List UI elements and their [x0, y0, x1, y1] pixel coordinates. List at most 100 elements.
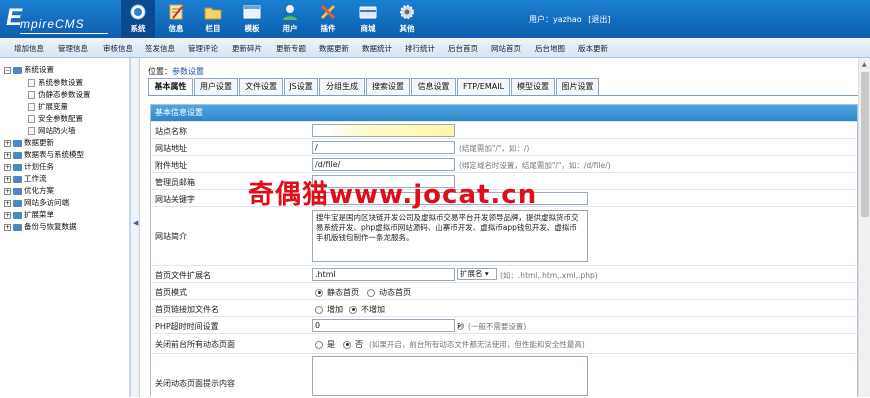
expand-icon[interactable]: +	[4, 175, 11, 183]
tree-item-ext-menu[interactable]: + 扩展菜单	[4, 209, 54, 220]
expand-icon[interactable]: +	[4, 151, 11, 159]
tree-item-workflow[interactable]: + 工作流	[4, 173, 47, 184]
subnav-item[interactable]: 版本更新	[578, 43, 608, 54]
subnav-item[interactable]: 后台首页	[448, 43, 478, 54]
tab-file[interactable]: 文件设置	[239, 78, 283, 95]
topnav-mall[interactable]: 商城	[351, 0, 385, 38]
breadcrumb-link[interactable]: 参数设置	[172, 67, 204, 76]
intro-textarea[interactable]: 搜牛宝是国内区块链开发公司及虚拟币交易平台开发领导品牌，提供虚拟货币交易系统开发…	[312, 210, 588, 262]
subnav-item[interactable]: 网站首页	[491, 43, 521, 54]
collapse-arrow-icon[interactable]: ◀	[133, 219, 138, 227]
tab-js[interactable]: JS设置	[284, 78, 318, 95]
subnav-item[interactable]: 管理信息	[58, 43, 88, 54]
tree-item-backup[interactable]: + 备份与恢复数据	[4, 221, 77, 232]
logout-link[interactable]: [退出]	[588, 15, 610, 24]
subnav-item[interactable]: 排行统计	[405, 43, 435, 54]
tree-item-rewrite[interactable]: 伪静态参数设置	[28, 89, 91, 100]
attach-url-input[interactable]: /d/file/	[312, 158, 455, 171]
radio-label: 不增加	[361, 305, 385, 314]
radio-dynamic-index[interactable]: 动态首页	[367, 287, 411, 298]
radio-no-filename[interactable]: 不增加	[349, 304, 385, 315]
expand-icon[interactable]: +	[4, 211, 11, 219]
breadcrumb: 位置：参数设置	[148, 66, 204, 77]
tree-item-params[interactable]: 系统参数设置	[28, 77, 83, 88]
tree-item-firewall[interactable]: 网站防火墙	[28, 125, 76, 136]
tab-model[interactable]: 模型设置	[511, 78, 555, 95]
subnav-item[interactable]: 签发信息	[145, 43, 175, 54]
tree-item-label: 网站多访问端	[24, 198, 69, 207]
site-url-input[interactable]: /	[312, 141, 455, 154]
row-close-dynamic: 关闭前台所有动态页面 是 否 (如果开启，前台所有动态文件都无法使用，但性能和安…	[151, 333, 857, 353]
radio-label: 否	[355, 340, 363, 349]
radio-label: 是	[327, 340, 335, 349]
tree-item-tasks[interactable]: + 计划任务	[4, 161, 54, 172]
tree-item-variables[interactable]: 扩展变量	[28, 101, 68, 112]
tree-item-security[interactable]: 安全参数配置	[28, 113, 83, 124]
radio-static-index[interactable]: 静态首页	[315, 287, 359, 298]
topnav-system[interactable]: 系统	[121, 0, 155, 38]
subnav-item[interactable]: 数据统计	[362, 43, 392, 54]
topnav-label: 插件	[320, 24, 336, 33]
subnav-item[interactable]: 增加信息	[14, 43, 44, 54]
page-icon	[28, 127, 35, 135]
radio-add-filename[interactable]: 增加	[315, 304, 343, 315]
user-icon	[283, 5, 297, 20]
tab-group[interactable]: 分组生成	[319, 78, 365, 95]
close-dynamic-hint: (如果开启，前台所有动态文件都无法使用，但性能和安全性最高)	[369, 340, 585, 349]
expand-icon[interactable]: +	[4, 139, 11, 147]
expand-icon[interactable]: +	[4, 187, 11, 195]
collapse-icon[interactable]: −	[4, 66, 11, 74]
subnav-item[interactable]: 数据更新	[319, 43, 349, 54]
expand-icon[interactable]: +	[4, 163, 11, 171]
tree-item-system[interactable]: − 系统设置	[4, 64, 54, 75]
field-label: 网站简介	[155, 232, 187, 241]
tab-user[interactable]: 用户设置	[194, 78, 238, 95]
topnav-info[interactable]: 信息	[159, 0, 193, 38]
subnav-item[interactable]: 更新专题	[276, 43, 306, 54]
globe-icon	[130, 4, 146, 20]
scrollbar-thumb[interactable]	[861, 72, 869, 217]
radio-close-no[interactable]: 否	[343, 339, 363, 350]
tab-divider	[148, 95, 858, 96]
index-ext-input[interactable]: .html	[312, 268, 455, 281]
tab-image[interactable]: 图片设置	[556, 78, 599, 95]
sidebar-splitter[interactable]: ◀	[130, 58, 140, 397]
index-ext-select[interactable]: 扩展名 ▾	[457, 268, 497, 280]
tree-item-multi-access[interactable]: + 网站多访问端	[4, 197, 69, 208]
tree-item-label: 系统设置	[24, 65, 54, 74]
tree-item-data-update[interactable]: + 数据更新	[4, 137, 54, 148]
tab-search[interactable]: 搜索设置	[366, 78, 410, 95]
tree-item-tables[interactable]: + 数据表与系统模型	[4, 149, 84, 160]
tree-item-label: 备份与恢复数据	[24, 222, 77, 231]
subnav-item[interactable]: 后台地图	[535, 43, 565, 54]
row-site-name: 站点名称	[151, 121, 857, 138]
radio-checked-icon	[343, 340, 351, 349]
close-tip-textarea[interactable]	[312, 356, 588, 396]
topnav-plugin[interactable]: 插件	[311, 0, 345, 38]
row-index-mode: 首页模式 静态首页 动态首页	[151, 282, 857, 299]
field-label: 网站关键字	[155, 195, 195, 204]
radio-close-yes[interactable]: 是	[315, 339, 335, 350]
topnav-user[interactable]: 用户	[273, 0, 307, 38]
row-index-link: 首页链接加文件名 增加 不增加	[151, 299, 857, 316]
scrollbar[interactable]: ▲	[858, 58, 870, 397]
subnav-item[interactable]: 更新碎片	[232, 43, 262, 54]
expand-icon[interactable]: +	[4, 223, 11, 231]
scroll-up-icon[interactable]: ▲	[862, 61, 867, 68]
php-timeout-input[interactable]: 0	[312, 319, 455, 332]
site-url-hint: (结尾需加"/"，如：/)	[459, 144, 530, 153]
tab-ftp-email[interactable]: FTP/EMAIL	[457, 78, 510, 95]
tree-item-label: 伪静态参数设置	[38, 90, 91, 99]
expand-icon[interactable]: +	[4, 199, 11, 207]
row-close-tip: 关闭动态页面提示内容	[151, 353, 857, 398]
subnav-item[interactable]: 管理评论	[188, 43, 218, 54]
subnav-item[interactable]: 审核信息	[103, 43, 133, 54]
topnav-other[interactable]: 其他	[390, 0, 424, 38]
topnav-column[interactable]: 栏目	[196, 0, 230, 38]
tree-item-label: 扩展变量	[38, 102, 68, 111]
tree-item-optimize[interactable]: + 优化方案	[4, 185, 54, 196]
topnav-template[interactable]: 模板	[235, 0, 269, 38]
tab-info[interactable]: 信息设置	[411, 78, 456, 95]
tab-basic[interactable]: 基本属性	[148, 78, 193, 95]
site-name-input[interactable]	[312, 124, 455, 137]
